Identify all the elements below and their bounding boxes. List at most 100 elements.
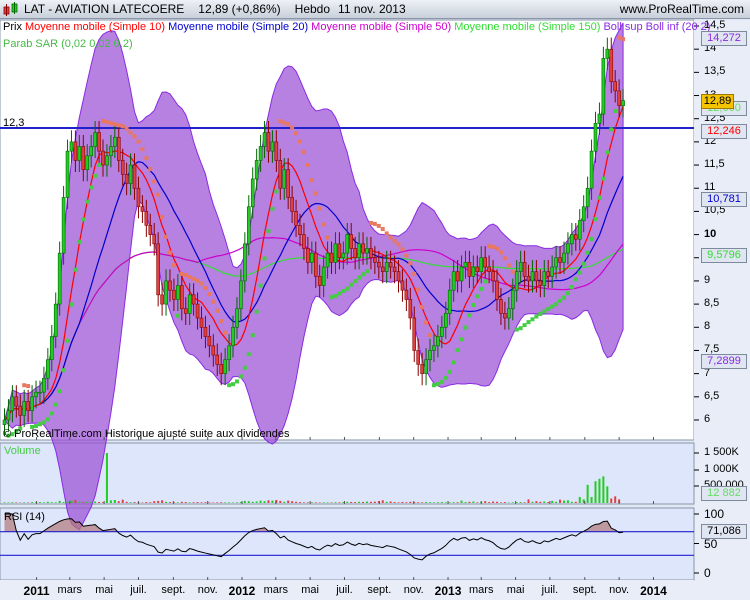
x-axis-label: sept.	[572, 584, 597, 596]
sar-dot	[120, 124, 125, 129]
volume-bar	[614, 496, 617, 503]
volume-bar	[38, 502, 41, 503]
volume-bar	[62, 502, 65, 503]
volume-bar	[161, 500, 164, 503]
candle-body	[538, 280, 543, 286]
candle-body	[558, 257, 562, 263]
sar-dot	[408, 261, 413, 266]
candle-body	[530, 271, 535, 282]
volume-bar	[295, 501, 298, 503]
sar-dot	[101, 119, 105, 124]
sar-dot	[514, 327, 519, 332]
sar-dot	[140, 147, 145, 152]
volume-bar	[452, 502, 455, 503]
sar-dot	[463, 325, 468, 330]
candle-body	[6, 410, 11, 421]
candle-body	[14, 396, 19, 407]
candle-body	[215, 354, 220, 365]
candle-body	[187, 294, 192, 314]
candle-body	[353, 248, 357, 259]
x-axis-label: juil.	[130, 584, 147, 596]
sar-dot	[510, 269, 515, 274]
sar-dot	[250, 333, 255, 338]
sar-dot	[530, 317, 535, 322]
sar-dot	[164, 234, 169, 239]
sar-dot	[542, 309, 547, 314]
volume-bar	[291, 501, 294, 503]
sar-dot	[609, 127, 614, 132]
sar-dot	[282, 120, 287, 125]
candle-body	[109, 146, 113, 157]
rsi-panel	[0, 507, 695, 581]
candle-body	[447, 289, 452, 314]
volume-bar	[362, 501, 365, 503]
volume-bar	[310, 502, 313, 503]
sar-dot	[215, 308, 220, 313]
sar-dot	[234, 379, 239, 384]
legend-ma10: Moyenne mobile (Simple 10)	[25, 21, 166, 33]
candle-body	[199, 317, 204, 328]
candle-body	[373, 257, 377, 263]
volume-bar	[488, 502, 491, 503]
candle-body	[18, 405, 23, 416]
candle-body	[376, 262, 381, 268]
volume-bar	[539, 501, 542, 503]
y-tick-label: 6	[704, 412, 711, 425]
x-axis-label: nov.	[609, 584, 630, 596]
volume-bar	[492, 501, 495, 503]
candle-body	[286, 169, 290, 198]
y-tick-label: 8	[704, 320, 711, 333]
candle-body	[243, 243, 247, 282]
candle-body	[239, 280, 243, 310]
y-tick-label: 6,5	[704, 389, 720, 402]
volume-bar	[523, 502, 526, 503]
volume-bar	[283, 501, 286, 503]
volume-bar	[393, 502, 396, 503]
candle-body	[278, 160, 283, 189]
sar-dot	[65, 338, 70, 343]
sar-dot	[443, 375, 448, 380]
volume-bar	[3, 502, 6, 503]
x-axis-label: 2013	[434, 584, 462, 598]
candle-body	[428, 350, 432, 361]
volume-title: Volume	[4, 445, 41, 457]
sar-dot	[550, 304, 555, 309]
x-axis-label: nov.	[197, 584, 218, 596]
candle-body	[510, 289, 515, 310]
candle-body	[235, 308, 239, 328]
candle-body	[219, 364, 223, 374]
sar-dot	[613, 108, 618, 113]
volume-bar	[429, 502, 432, 503]
candle-body	[534, 271, 539, 282]
candle-body	[562, 252, 566, 263]
candle-body	[396, 271, 401, 282]
sar-dot	[191, 276, 196, 281]
sar-dot	[392, 239, 397, 244]
candle-body	[93, 132, 97, 147]
candle-body	[105, 155, 109, 166]
value-box-ma150: 9,5796	[701, 248, 747, 263]
chart-svg[interactable]	[0, 0, 750, 600]
sar-dot	[57, 389, 62, 394]
volume-bar	[235, 502, 238, 503]
candle-body	[140, 206, 145, 212]
sar-dot	[424, 320, 429, 325]
candle-body	[337, 243, 342, 259]
candle-body	[554, 257, 558, 268]
candle-body	[168, 280, 172, 291]
candle-body	[2, 419, 7, 425]
volume-bar	[279, 500, 282, 503]
candle-body	[408, 299, 413, 319]
volume-bar	[334, 502, 337, 503]
candle-body	[566, 243, 570, 254]
volume-bar	[90, 502, 93, 503]
candle-body	[101, 150, 105, 166]
candle-body	[570, 234, 574, 245]
candle-body	[211, 345, 216, 356]
sar-dot	[116, 123, 121, 128]
sar-dot	[298, 139, 302, 144]
volume-bar	[460, 500, 463, 503]
candle-body	[436, 336, 440, 347]
volume-bar	[405, 502, 408, 503]
candle-body	[317, 275, 322, 286]
